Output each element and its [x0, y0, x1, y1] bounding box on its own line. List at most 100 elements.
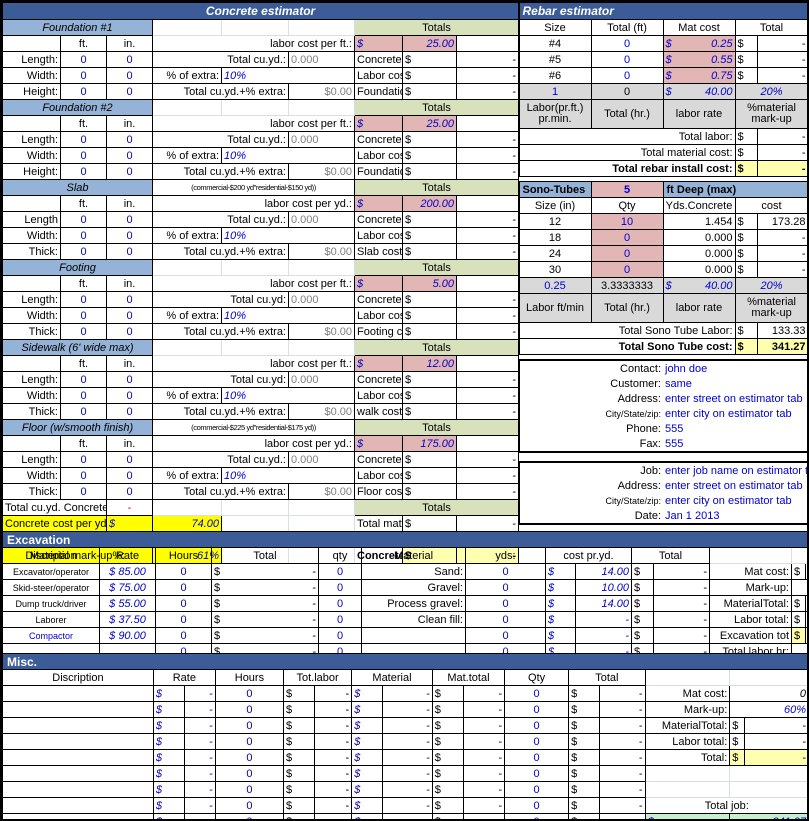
excavation-hours-excavator[interactable]: 0: [155, 563, 212, 580]
misc-hours-7[interactable]: 0: [214, 781, 285, 798]
labor-cost-input[interactable]: 5.00: [402, 275, 457, 292]
length-ft-input[interactable]: 0: [60, 451, 107, 468]
misc-hours-4[interactable]: 0: [214, 733, 285, 750]
misc-rate-4[interactable]: -: [184, 733, 216, 750]
length-in-input[interactable]: 0: [106, 211, 153, 228]
width-in-input[interactable]: 0: [106, 307, 153, 324]
excavation-cost-gravel[interactable]: 10.00: [575, 579, 632, 596]
length-ft-input[interactable]: 0: [60, 51, 107, 68]
contact-value-city[interactable]: enter city on estimator tab: [663, 406, 807, 421]
misc-summary-value-markup[interactable]: 60%: [729, 701, 807, 718]
misc-material-4[interactable]: -: [382, 733, 433, 750]
pct-extra-input[interactable]: 10%: [221, 67, 355, 84]
excavation-yds-sand[interactable]: 0: [465, 563, 546, 580]
height-in-input[interactable]: 0: [106, 83, 153, 100]
thick-ft-input[interactable]: 0: [60, 243, 107, 260]
width-in-input[interactable]: 0: [106, 387, 153, 404]
misc-rate-8[interactable]: -: [184, 797, 216, 814]
sonotube-qty-input-30[interactable]: 0: [590, 261, 664, 278]
contact-value-contact[interactable]: john doe: [663, 359, 807, 376]
excavation-desc-compactor[interactable]: Compactor: [2, 627, 100, 644]
length-in-input[interactable]: 0: [106, 51, 153, 68]
misc-qty-1[interactable]: 0: [504, 685, 570, 702]
width-ft-input[interactable]: 0: [60, 387, 107, 404]
excavation-qty-dumptruck[interactable]: 0: [318, 595, 362, 612]
width-in-input[interactable]: 0: [106, 467, 153, 484]
misc-desc-6[interactable]: [2, 765, 154, 782]
misc-qty-8[interactable]: 0: [504, 797, 570, 814]
contact-value-phone[interactable]: 555: [663, 421, 807, 436]
misc-desc-8[interactable]: [2, 797, 154, 814]
length-ft-input[interactable]: 0: [60, 211, 107, 228]
rebar-total-ft-input-6[interactable]: 0: [590, 67, 664, 84]
excavation-qty-skidsteer[interactable]: 0: [318, 579, 362, 596]
labor-cost-input[interactable]: 25.00: [402, 35, 457, 52]
misc-qty-5[interactable]: 0: [504, 749, 570, 766]
width-ft-input[interactable]: 0: [60, 227, 107, 244]
misc-hours-2[interactable]: 0: [214, 701, 285, 718]
misc-material-1[interactable]: -: [382, 685, 433, 702]
excavation-cost-blank-5[interactable]: -: [575, 627, 632, 644]
width-ft-input[interactable]: 0: [60, 307, 107, 324]
misc-rate-2[interactable]: -: [184, 701, 216, 718]
pct-extra-input[interactable]: 10%: [221, 467, 355, 484]
excavation-qty-laborer[interactable]: 0: [318, 611, 362, 628]
misc-hours-1[interactable]: 0: [214, 685, 285, 702]
excavation-yds-clean-fill[interactable]: 0: [465, 611, 546, 628]
excavation-hours-skidsteer[interactable]: 0: [155, 579, 212, 596]
misc-qty-2[interactable]: 0: [504, 701, 570, 718]
width-in-input[interactable]: 0: [106, 147, 153, 164]
misc-material-8[interactable]: -: [382, 797, 433, 814]
rebar-mat-cost-input-4[interactable]: $ 0.25: [662, 35, 736, 52]
misc-qty-6[interactable]: 0: [504, 765, 570, 782]
sonotube-labor-rate-input[interactable]: 0.25: [518, 277, 592, 294]
length-in-input[interactable]: 0: [106, 451, 153, 468]
length-in-input[interactable]: 0: [106, 291, 153, 308]
sonotube-qty-input-18[interactable]: 0: [590, 229, 664, 246]
labor-cost-input[interactable]: 200.00: [402, 195, 457, 212]
misc-desc-5[interactable]: [2, 749, 154, 766]
excavation-rate-skidsteer[interactable]: $ 75.00: [99, 579, 156, 596]
misc-rate-3[interactable]: -: [184, 717, 216, 734]
misc-material-7[interactable]: -: [382, 781, 433, 798]
misc-rate-6[interactable]: -: [184, 765, 216, 782]
misc-rate-5[interactable]: -: [184, 749, 216, 766]
misc-material-9[interactable]: -: [382, 813, 433, 819]
rebar-total-ft-input-4[interactable]: 0: [590, 35, 664, 52]
labor-cost-input[interactable]: 175.00: [402, 435, 457, 452]
pct-extra-input[interactable]: 10%: [221, 147, 355, 164]
thick-ft-input[interactable]: 0: [60, 483, 107, 500]
job-value-date[interactable]: Jan 1 2013: [663, 508, 807, 525]
misc-material-3[interactable]: -: [382, 717, 433, 734]
excavation-qty-excavator[interactable]: 0: [318, 563, 362, 580]
contact-value-fax[interactable]: 555: [663, 436, 807, 453]
excavation-cost-clean-fill[interactable]: -: [575, 611, 632, 628]
thick-in-input[interactable]: 0: [106, 483, 153, 500]
misc-material-2[interactable]: -: [382, 701, 433, 718]
excavation-material-blank-5[interactable]: [361, 627, 466, 644]
job-value-city[interactable]: enter city on estimator tab: [663, 493, 807, 508]
height-in-input[interactable]: 0: [106, 163, 153, 180]
excavation-rate-laborer[interactable]: $ 37.50: [99, 611, 156, 628]
excavation-cost-sand[interactable]: 14.00: [575, 563, 632, 580]
excavation-yds-process-gravel[interactable]: 0: [465, 595, 546, 612]
labor-cost-input[interactable]: 12.00: [402, 355, 457, 372]
length-ft-input[interactable]: 0: [60, 131, 107, 148]
excavation-rate-compactor[interactable]: $ 90.00: [99, 627, 156, 644]
height-ft-input[interactable]: 0: [60, 163, 107, 180]
length-in-input[interactable]: 0: [106, 371, 153, 388]
excavation-yds-blank-5[interactable]: 0: [465, 627, 546, 644]
width-ft-input[interactable]: 0: [60, 467, 107, 484]
misc-desc-7[interactable]: [2, 781, 154, 798]
misc-hours-8[interactable]: 0: [214, 797, 285, 814]
misc-hours-3[interactable]: 0: [214, 717, 285, 734]
thick-in-input[interactable]: 0: [106, 243, 153, 260]
job-value-address[interactable]: enter street on estimator tab: [663, 478, 807, 493]
misc-qty-4[interactable]: 0: [504, 733, 570, 750]
misc-qty-7[interactable]: 0: [504, 781, 570, 798]
misc-rate-1[interactable]: -: [184, 685, 216, 702]
pct-extra-input[interactable]: 10%: [221, 307, 355, 324]
misc-material-6[interactable]: -: [382, 765, 433, 782]
rebar-total-ft-input-5[interactable]: 0: [590, 51, 664, 68]
height-ft-input[interactable]: 0: [60, 83, 107, 100]
